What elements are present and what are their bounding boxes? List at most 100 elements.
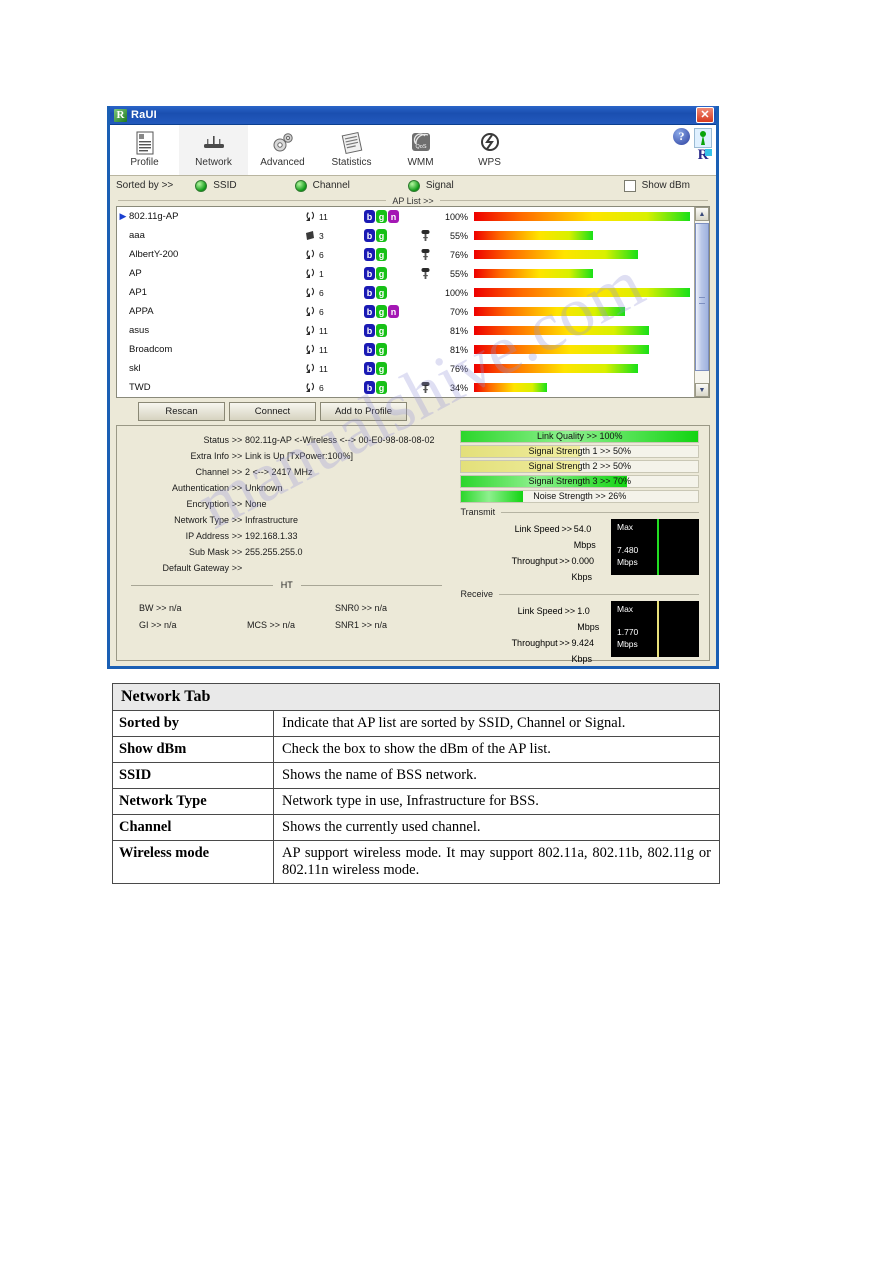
sort-option-signal[interactable]: Signal xyxy=(407,179,454,192)
signal-meter-label: Signal Strength 1 >> 50% xyxy=(528,446,632,456)
selected-row-arrow-icon: ▶ xyxy=(119,211,127,221)
scroll-up-icon[interactable]: ▲ xyxy=(695,207,709,221)
ap-signal-percent: 76% xyxy=(449,363,468,374)
ap-list-row[interactable]: asus 11 b g 81% xyxy=(117,321,694,340)
tab-profile[interactable]: Profile xyxy=(110,125,179,175)
ap-channel-number: 11 xyxy=(319,211,328,222)
ap-signal-bar-cell xyxy=(474,269,694,278)
sort-bar: Sorted by >> SSID Channel Signal Show dB… xyxy=(110,176,716,195)
transmit-body: Link Speed >> 54.0 Mbps Throughput >> 0.… xyxy=(460,517,699,585)
scrollbar-track[interactable] xyxy=(695,221,709,383)
table-row-definition: AP support wireless mode. It may support… xyxy=(273,840,720,884)
help-icon[interactable]: ? xyxy=(673,128,690,145)
transmit-section-title: Transmit xyxy=(460,507,699,517)
tab-advanced[interactable]: Advanced xyxy=(248,125,317,175)
ap-ssid: APPA xyxy=(129,306,154,317)
ap-list-row[interactable]: APPA 6 b g n 70% xyxy=(117,302,694,321)
tab-wps[interactable]: WPS xyxy=(455,125,524,175)
sort-option-ssid[interactable]: SSID xyxy=(195,179,237,192)
table-row: Show dBm Check the box to show the dBm of… xyxy=(112,736,720,763)
ap-signal-bar xyxy=(474,345,649,354)
statistics-icon xyxy=(337,129,367,156)
signal-tray-icon[interactable] xyxy=(694,128,712,148)
add-to-profile-button[interactable]: Add to Profile xyxy=(320,402,407,421)
detail-field-value: 192.168.1.33 xyxy=(245,531,298,541)
ap-list-row[interactable]: ▶ 802.11g-AP 11 b g n 100% xyxy=(117,207,694,226)
receive-title-label: Receive xyxy=(460,589,493,599)
ap-signal-percent: 81% xyxy=(449,325,468,336)
ap-list-row[interactable]: skl 11 b g 76% xyxy=(117,359,694,378)
receive-max-value: 1.770 xyxy=(617,627,639,637)
divider-line xyxy=(131,584,273,586)
detail-field-key: Status xyxy=(203,435,229,445)
ap-wireless-modes: bg xyxy=(364,267,416,280)
detail-field: Authentication >> Unknown xyxy=(117,480,456,496)
wireless-mode-badge-g: g xyxy=(376,324,387,337)
ap-ssid: Broadcom xyxy=(129,344,173,355)
receive-stats: Link Speed >> 1.0 Mbps Throughput >> 9.4… xyxy=(460,599,611,667)
divider-line xyxy=(118,200,387,201)
table-row: Channel Shows the currently used channel. xyxy=(112,814,720,841)
detail-field-key: Encryption xyxy=(186,499,229,509)
rescan-button[interactable]: Rescan xyxy=(138,402,225,421)
ap-list-row[interactable]: AP1 6 b g 100% xyxy=(117,283,694,302)
ap-signal-bar xyxy=(474,364,639,373)
led-icon xyxy=(294,179,307,192)
ap-list-row[interactable]: TWD 6 b g 34% xyxy=(117,378,694,397)
ap-list-row[interactable]: Broadcom 11 b g 81% xyxy=(117,340,694,359)
ap-list-row[interactable]: AP 1 b g 55% xyxy=(117,264,694,283)
ap-signal-bar xyxy=(474,269,593,278)
connect-button[interactable]: Connect xyxy=(229,402,316,421)
wireless-mode-badge-g: g xyxy=(376,343,387,356)
ap-wireless-modes: bgn xyxy=(364,210,416,223)
divider-line xyxy=(439,200,708,201)
tab-statistics[interactable]: Statistics xyxy=(317,125,386,175)
tab-wmm-label: WMM xyxy=(407,157,434,168)
ht-spacer xyxy=(247,600,335,617)
details-left-column: Status >> 802.11g-AP <-Wireless <--> 00-E0… xyxy=(117,426,456,660)
ap-wireless-modes: bg xyxy=(364,286,416,299)
detail-field-value: 255.255.255.0 xyxy=(245,547,303,557)
ap-ssid: aaa xyxy=(129,230,145,241)
ht-gi: GI >> n/a xyxy=(139,620,177,630)
transmit-link-speed-value: 54.0 Mbps xyxy=(573,524,596,550)
ap-channel: 6 xyxy=(304,382,364,394)
transmit-link-speed-key: Link Speed xyxy=(514,524,560,534)
scroll-down-icon[interactable]: ▼ xyxy=(695,383,709,397)
scrollbar-thumb[interactable] xyxy=(695,223,709,371)
ap-channel-number: 6 xyxy=(319,287,324,298)
tab-wmm[interactable]: QoS WMM xyxy=(386,125,455,175)
ap-list-row[interactable]: aaa 3 b g 55% xyxy=(117,226,694,245)
ap-signal-percent: 70% xyxy=(449,306,468,317)
table-row-term: Show dBm xyxy=(112,736,274,763)
transmit-throughput-value: 0.000 Kbps xyxy=(571,556,595,582)
close-icon[interactable]: ✕ xyxy=(696,107,714,123)
channel-icon xyxy=(304,287,317,299)
sort-option-ssid-label: SSID xyxy=(213,180,237,191)
tab-network-label: Network xyxy=(195,157,232,168)
wireless-mode-badge-b: b xyxy=(364,381,375,394)
transmit-max-gauge: Max 7.480 Mbps xyxy=(611,519,699,575)
table-row: SSID Shows the name of BSS network. xyxy=(112,762,720,789)
detail-field-arrow: >> xyxy=(231,467,243,477)
receive-max-gauge: Max 1.770 Mbps xyxy=(611,601,699,657)
detail-field-key: Sub Mask xyxy=(188,547,229,557)
ht-snr0: SNR0 >> n/a xyxy=(335,603,388,613)
ap-channel: 1 xyxy=(304,268,364,280)
wireless-mode-badge-g: g xyxy=(376,210,387,223)
ap-list[interactable]: ▶ 802.11g-AP 11 b g n 100% aaa 3 b g 55% AlbertY-200… xyxy=(117,207,694,397)
sort-option-channel[interactable]: Channel xyxy=(294,179,350,192)
ap-channel: 3 xyxy=(304,230,364,242)
tab-network[interactable]: Network xyxy=(179,125,248,175)
ap-wireless-modes: bg xyxy=(364,343,416,356)
aplist-section-label: AP List >> xyxy=(392,195,434,206)
detail-field-arrow: >> xyxy=(231,547,243,557)
receive-needle xyxy=(657,601,659,657)
show-dbm-checkbox[interactable]: Show dBm xyxy=(623,179,690,192)
signal-meter-label: Noise Strength >> 26% xyxy=(533,491,627,501)
detail-field-key: Channel xyxy=(195,467,229,477)
table-row: Network Type Network type in use, Infrast… xyxy=(112,788,720,815)
wireless-mode-badge-g: g xyxy=(376,381,387,394)
ap-list-scrollbar[interactable]: ▲ ▼ xyxy=(694,207,709,397)
ap-list-row[interactable]: AlbertY-200 6 b g 76% xyxy=(117,245,694,264)
